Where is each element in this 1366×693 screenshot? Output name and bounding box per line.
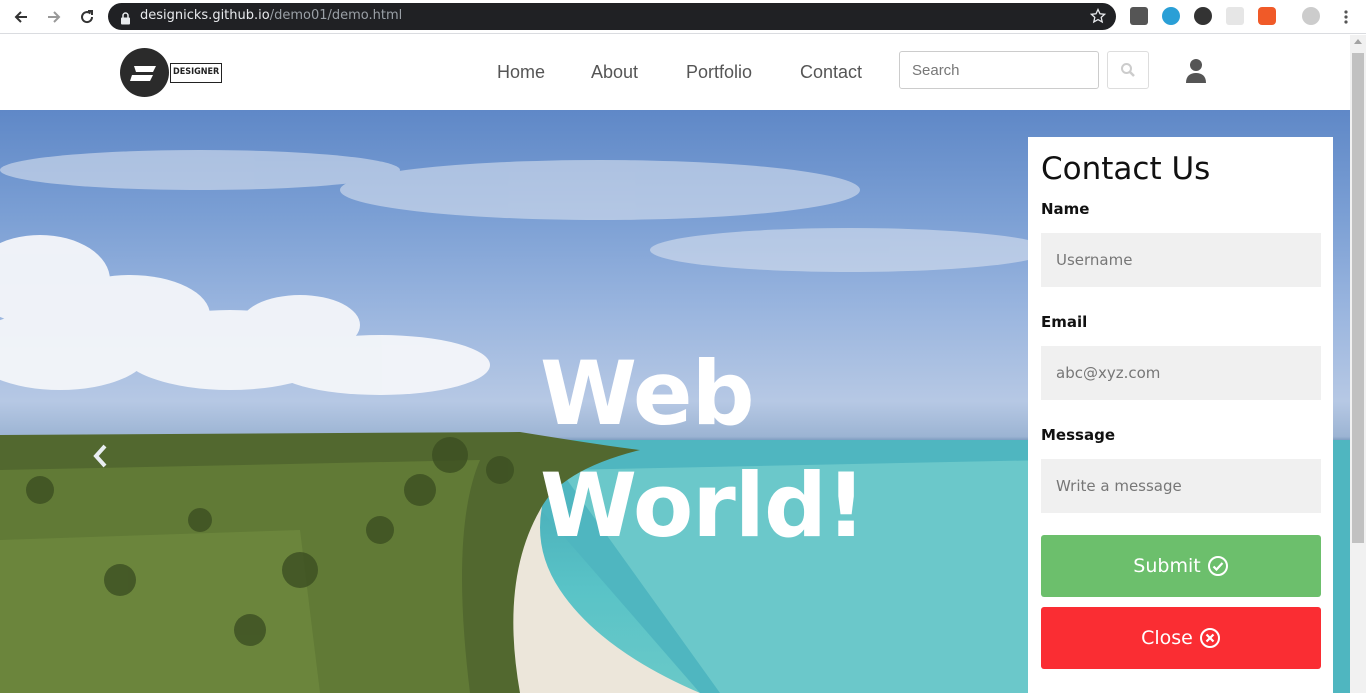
contact-title: Contact Us: [1041, 151, 1211, 187]
submit-label: Submit: [1133, 555, 1201, 577]
browser-toolbar: designicks.github.io/demo01/demo.html: [0, 0, 1366, 34]
submit-button[interactable]: Submit: [1041, 535, 1321, 597]
url-text: designicks.github.io/demo01/demo.html: [140, 8, 403, 23]
extension-eyedropper-icon[interactable]: [1130, 7, 1148, 25]
search-icon: [1121, 63, 1135, 77]
scroll-up-icon[interactable]: [1354, 39, 1362, 44]
extension-blue-icon[interactable]: [1162, 7, 1180, 25]
email-label: Email: [1041, 313, 1088, 331]
forward-icon[interactable]: [42, 5, 66, 29]
search-button[interactable]: [1107, 51, 1149, 89]
message-label: Message: [1041, 426, 1115, 444]
nav-home[interactable]: Home: [497, 62, 545, 83]
reload-icon[interactable]: [75, 5, 99, 29]
close-label: Close: [1141, 627, 1193, 649]
message-field[interactable]: [1041, 459, 1321, 513]
email-field[interactable]: [1041, 346, 1321, 400]
search-input[interactable]: [899, 51, 1099, 89]
menu-kebab-icon[interactable]: [1334, 5, 1358, 29]
logo-mark-icon: [120, 48, 169, 97]
contact-form: Contact Us Name Email Message Submit Clo…: [1028, 137, 1333, 693]
lock-icon: [120, 10, 131, 29]
scroll-thumb[interactable]: [1352, 53, 1364, 543]
hero-title: Web World!: [540, 338, 866, 562]
extension-grey-icon[interactable]: [1226, 7, 1244, 25]
check-circle-icon: [1207, 556, 1228, 576]
close-button[interactable]: Close: [1041, 607, 1321, 669]
name-label: Name: [1041, 200, 1090, 218]
profile-avatar[interactable]: [1302, 7, 1320, 25]
carousel-prev-icon[interactable]: [90, 443, 110, 473]
user-icon[interactable]: [1185, 58, 1207, 88]
nav-contact[interactable]: Contact: [800, 62, 862, 83]
page-scrollbar[interactable]: [1350, 35, 1366, 693]
extension-orange-icon[interactable]: [1258, 7, 1276, 25]
hero-title-line1: Web: [540, 342, 755, 445]
extension-dark-icon[interactable]: [1194, 7, 1212, 25]
logo-text: DESIGNER: [170, 63, 223, 83]
address-bar[interactable]: designicks.github.io/demo01/demo.html: [108, 3, 1116, 30]
nav-portfolio[interactable]: Portfolio: [686, 62, 752, 83]
close-circle-icon: [1199, 628, 1220, 648]
name-field[interactable]: [1041, 233, 1321, 287]
back-icon[interactable]: [9, 5, 33, 29]
logo[interactable]: DESIGNER: [120, 48, 223, 98]
site-header: DESIGNER Home About Portfolio Contact: [0, 35, 1350, 110]
bookmark-star-icon[interactable]: [1089, 7, 1107, 28]
nav-about[interactable]: About: [591, 62, 638, 83]
hero-title-line2: World!: [540, 454, 866, 557]
